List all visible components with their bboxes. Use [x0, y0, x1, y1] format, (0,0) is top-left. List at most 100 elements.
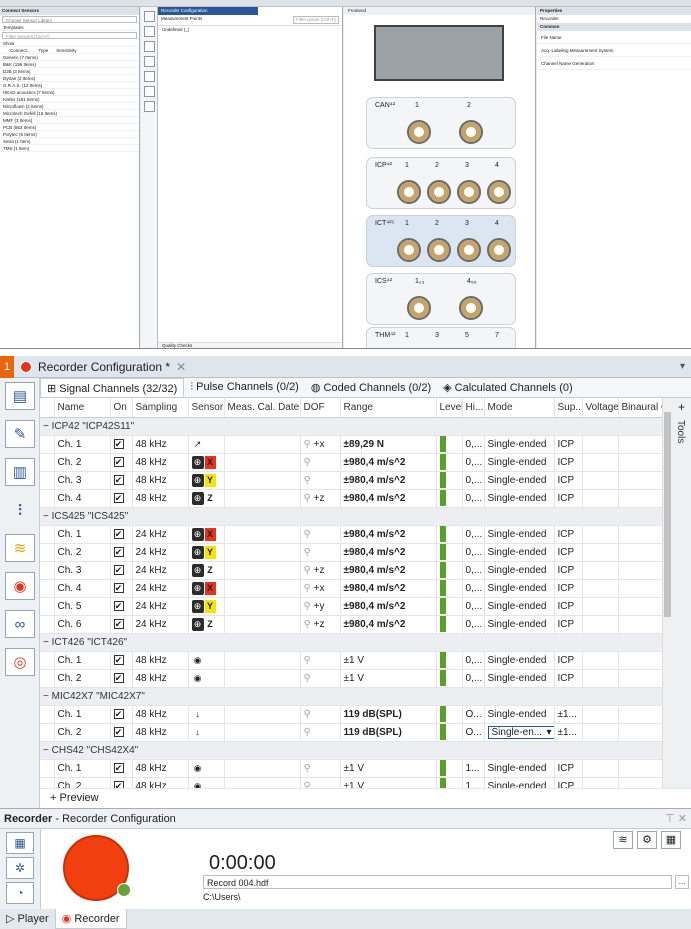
table-row[interactable]: Ch. 2 ✔ 24 kHz ⊕ Y ⚲ ±980,4 m/s^2 0,... Single-… [40, 543, 662, 562]
tools-label[interactable]: Tools [675, 420, 686, 443]
cell-dof[interactable]: ⚲ +x [300, 579, 341, 598]
cell-range[interactable]: 119 dB(SPL) [340, 723, 437, 742]
cell-on[interactable]: ✔ [110, 777, 133, 788]
cell-dof[interactable]: ⚲ [300, 669, 341, 688]
cell-sensor[interactable]: ◉ [188, 777, 225, 788]
grid-scrollbar[interactable] [662, 398, 672, 788]
cell-binaural[interactable] [618, 471, 662, 490]
cell-sup[interactable]: ICP [554, 471, 583, 490]
cell-sampling[interactable]: 48 kHz [132, 723, 189, 742]
tool-icon[interactable] [144, 71, 155, 82]
cell-sensor[interactable]: ⊕ X [188, 453, 225, 472]
cell-cal-date[interactable] [224, 651, 301, 670]
cell-range[interactable]: ±980,4 m/s^2 [340, 471, 437, 490]
cell-voltage[interactable] [582, 525, 619, 544]
group-row[interactable]: − ICP42 "ICP42S11" [40, 417, 662, 436]
chevron-down-icon[interactable]: ▾ [680, 361, 685, 372]
browse-button[interactable]: ... [675, 875, 689, 889]
cell-mode[interactable]: Single-ended [484, 435, 555, 454]
cell-dof[interactable]: ⚲ [300, 543, 341, 562]
cell-on[interactable]: ✔ [110, 435, 133, 454]
cell-range[interactable]: ±980,4 m/s^2 [340, 489, 437, 508]
cell-sampling[interactable]: 24 kHz [132, 597, 189, 616]
edit-table-icon[interactable]: ✎ [5, 420, 35, 448]
cell-sampling[interactable]: 48 kHz [132, 651, 189, 670]
cell-mode[interactable]: Single-ended [484, 669, 555, 688]
tab-calculated-channels[interactable]: ◈ Calculated Channels (0) [437, 378, 579, 397]
header-hi[interactable]: Hi... [462, 398, 485, 418]
cell-cal-date[interactable] [224, 669, 301, 688]
cell-on[interactable]: ✔ [110, 669, 133, 688]
measurement-points-label[interactable]: Measurement Points [161, 16, 202, 24]
cell-hi[interactable]: 0,... [462, 651, 485, 670]
cell-sampling[interactable]: 24 kHz [132, 615, 189, 634]
tab-signal-channels[interactable]: ⊞ Signal Channels (32/32) [40, 378, 185, 397]
cell-binaural[interactable] [618, 615, 662, 634]
sensor-library-item[interactable]: Dytran (2 Items) [0, 75, 139, 82]
connector-icon[interactable] [407, 120, 431, 144]
frontend-module[interactable]: ICS⁴² 1₂₃ 4₅₆ [366, 273, 516, 325]
cell-range[interactable]: ±1 V [340, 777, 437, 788]
cell-mode[interactable]: Single-ended [484, 615, 555, 634]
sensor-library-item[interactable]: Polytec (5 Items) [0, 131, 139, 138]
cell-sup[interactable]: ICP [554, 453, 583, 472]
cell-sampling[interactable]: 48 kHz [132, 705, 189, 724]
column-header[interactable]: Type [39, 47, 49, 53]
table-row[interactable]: Ch. 1 ✔ 48 kHz ◉ ⚲ ±1 V 0,... Single-ended ICP [40, 651, 662, 670]
cell-sup[interactable]: ICP [554, 777, 583, 788]
cell-sampling[interactable]: 48 kHz [132, 489, 189, 508]
header-name[interactable]: Name [54, 398, 111, 418]
table-row[interactable]: Ch. 5 ✔ 24 kHz ⊕ Y ⚲ +y ±980,4 m/s^2 0,... Singl… [40, 597, 662, 616]
cell-cal-date[interactable] [224, 435, 301, 454]
cell-mode[interactable]: Single-ended [484, 471, 555, 490]
cell-sampling[interactable]: 24 kHz [132, 543, 189, 562]
cell-sampling[interactable]: 48 kHz [132, 669, 189, 688]
table-row[interactable]: Ch. 2 ✔ 48 kHz ◉ ⚲ ±1 V 0,... Single-ended ICP [40, 669, 662, 688]
enabled-checkbox[interactable]: ✔ [113, 474, 124, 485]
cell-name[interactable]: Ch. 1 [54, 759, 111, 778]
cell-cal-date[interactable] [224, 489, 301, 508]
cell-mode[interactable]: Single-en... ▾ [484, 723, 555, 742]
layers-icon[interactable]: ≋ [5, 534, 35, 562]
cell-hi[interactable]: 0,... [462, 453, 485, 472]
cell-sensor[interactable]: ⊕ Y [188, 597, 225, 616]
connector-icon[interactable] [487, 238, 511, 262]
header-range[interactable]: Range [340, 398, 437, 418]
mode-dropdown[interactable]: Single-en... ▾ [487, 725, 553, 739]
cell-sup[interactable]: ICP [554, 669, 583, 688]
cell-name[interactable]: Ch. 2 [54, 723, 111, 742]
tab-coded-channels[interactable]: ◍ Coded Channels (0/2) [305, 378, 437, 397]
cell-sup[interactable]: ICP [554, 489, 583, 508]
cell-binaural[interactable] [618, 489, 662, 508]
table-row[interactable]: Ch. 2 ✔ 48 kHz ↓ ⚲ 119 dB(SPL) O... Single-en.… [40, 723, 662, 742]
header-sensor[interactable]: Sensor [188, 398, 225, 418]
cell-on[interactable]: ✔ [110, 759, 133, 778]
cell-mode[interactable]: Single-ended [484, 489, 555, 508]
collapse-icon[interactable]: − [43, 637, 52, 648]
channel-view-icon[interactable]: ▤ [5, 382, 35, 410]
document-icon[interactable]: ▥ [5, 458, 35, 486]
cell-hi[interactable]: 0,... [462, 525, 485, 544]
grid-icon[interactable]: ▦ [661, 831, 681, 849]
recorder-config-mini-tab[interactable]: Recorder Configuration [158, 7, 258, 15]
cell-sensor[interactable]: ◉ [188, 651, 225, 670]
cell-on[interactable]: ✔ [110, 615, 133, 634]
cell-hi[interactable]: O... [462, 705, 485, 724]
pulse-icon[interactable]: ⫶ [5, 496, 35, 524]
cell-name[interactable]: Ch. 2 [54, 543, 111, 562]
cell-on[interactable]: ✔ [110, 597, 133, 616]
cell-cal-date[interactable] [224, 525, 301, 544]
cell-mode[interactable]: Single-ended [484, 651, 555, 670]
cell-range[interactable]: ±980,4 m/s^2 [340, 453, 437, 472]
header-dof[interactable]: DOF [300, 398, 341, 418]
enabled-checkbox[interactable]: ✔ [113, 618, 124, 629]
connector-icon[interactable] [427, 180, 451, 204]
header-on[interactable]: On [110, 398, 133, 418]
sensor-library-item[interactable]: TMS (1 Item) [0, 145, 139, 152]
cell-sampling[interactable]: 24 kHz [132, 525, 189, 544]
cell-voltage[interactable] [582, 453, 619, 472]
cell-name[interactable]: Ch. 4 [54, 489, 111, 508]
cell-binaural[interactable] [618, 669, 662, 688]
cell-hi[interactable]: 0,... [462, 489, 485, 508]
enabled-checkbox[interactable]: ✔ [113, 456, 124, 467]
